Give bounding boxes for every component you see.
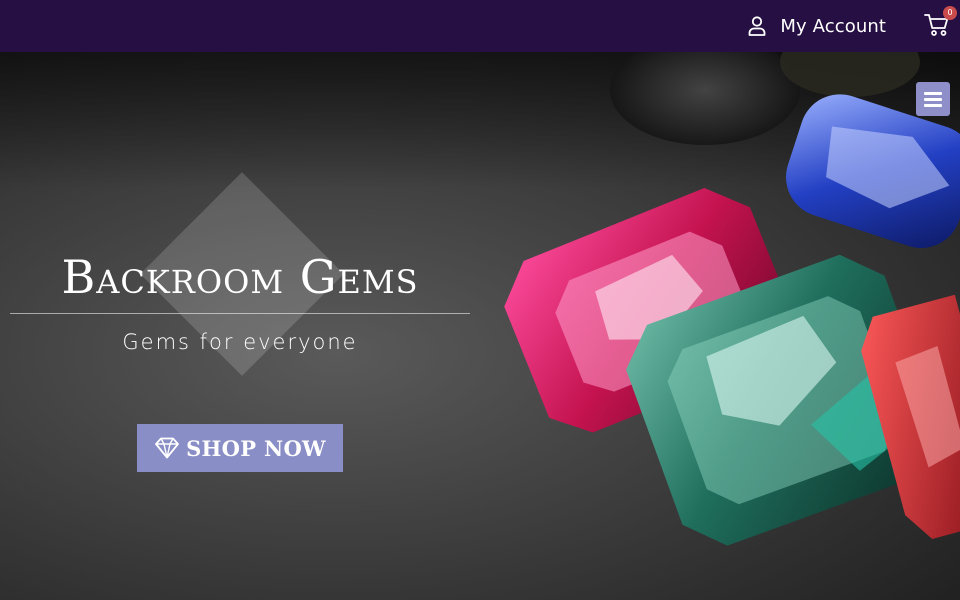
title-divider xyxy=(10,313,470,314)
shop-now-button[interactable]: SHOP NOW xyxy=(137,424,343,472)
hamburger-menu-icon-bar xyxy=(924,91,942,95)
hamburger-menu-icon-bar xyxy=(924,97,942,101)
my-account-label: My Account xyxy=(780,15,886,37)
my-account-link[interactable]: My Account xyxy=(748,0,886,52)
cart-count-badge: 0 xyxy=(943,6,957,20)
site-tagline: Gems for everyone xyxy=(122,330,358,354)
diamond-icon xyxy=(155,437,179,459)
shop-now-label: SHOP NOW xyxy=(186,435,326,461)
gemstones-image xyxy=(0,52,960,600)
top-bar: My Account 0 xyxy=(0,0,960,52)
cart-button[interactable]: 0 xyxy=(924,6,957,40)
user-icon xyxy=(749,16,766,36)
site-title: Backroom Gems xyxy=(61,250,419,304)
hamburger-menu-button[interactable] xyxy=(916,82,950,116)
hamburger-menu-icon-bar xyxy=(924,103,942,107)
hero-section: Backroom Gems Gems for everyone SHOP NOW xyxy=(0,52,960,600)
